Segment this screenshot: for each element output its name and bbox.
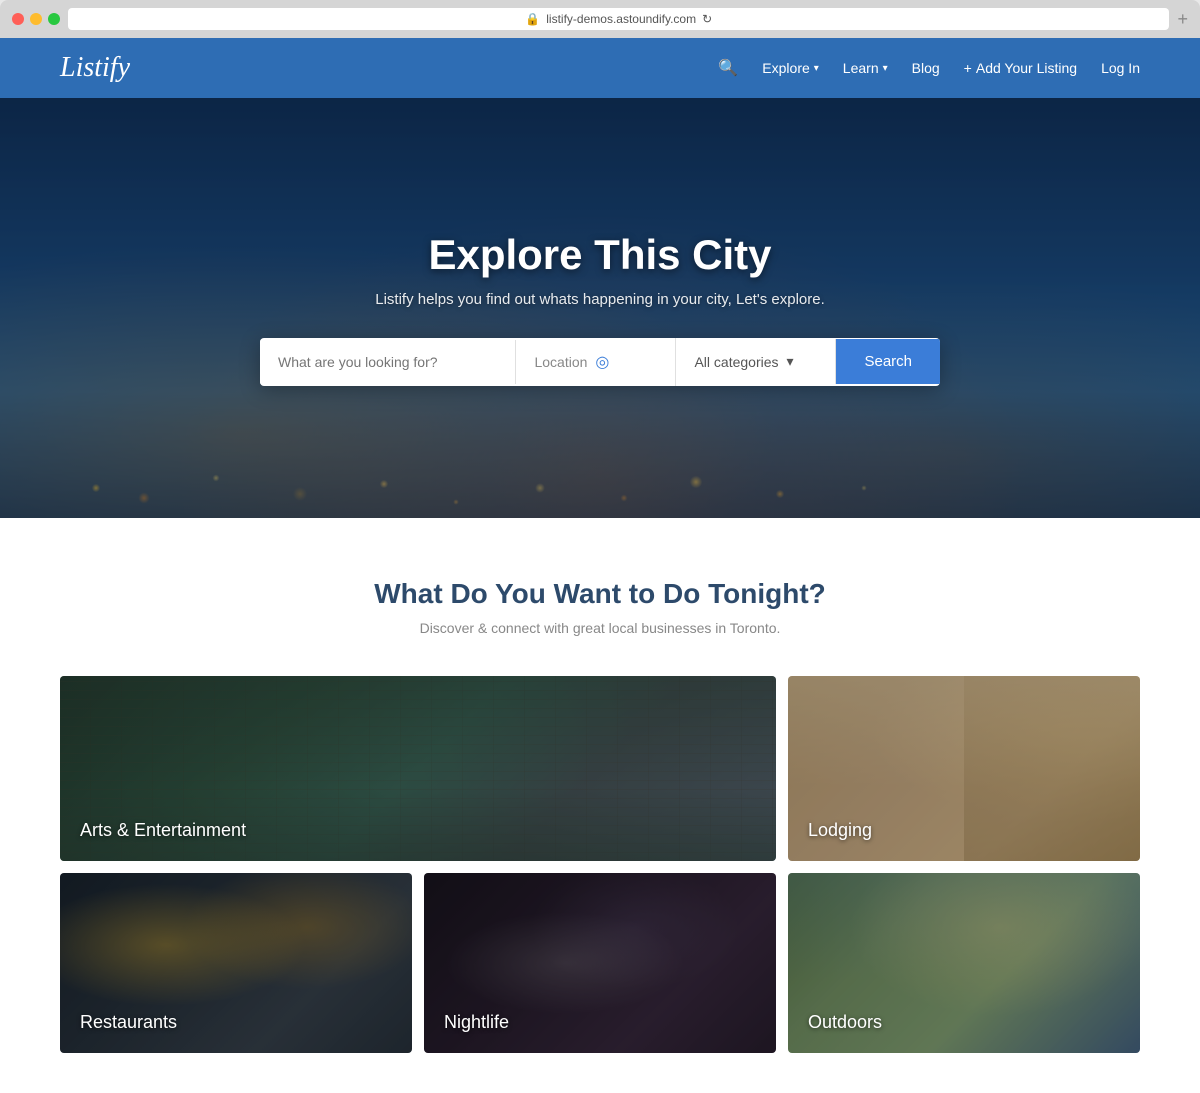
- category-card-outdoors[interactable]: Outdoors: [788, 873, 1140, 1053]
- close-button[interactable]: [12, 13, 24, 25]
- category-card-nightlife[interactable]: Nightlife: [424, 873, 776, 1053]
- categories-section: What Do You Want to Do Tonight? Discover…: [0, 518, 1200, 1093]
- search-input[interactable]: [260, 340, 516, 384]
- site-wrapper: Listify 🔍 Explore ▾ Learn ▾ Blog + Add Y…: [0, 38, 1200, 1093]
- learn-nav-item[interactable]: Learn ▾: [843, 60, 888, 76]
- learn-label: Learn: [843, 60, 879, 76]
- login-button[interactable]: Log In: [1101, 60, 1140, 76]
- location-icon: ◎: [595, 352, 609, 372]
- new-tab-button[interactable]: +: [1177, 9, 1188, 30]
- category-label-lodging: Lodging: [788, 800, 892, 861]
- search-icon[interactable]: 🔍: [718, 58, 738, 78]
- url-text: listify-demos.astoundify.com: [546, 12, 696, 26]
- browser-window: 🔒 listify-demos.astoundify.com ↻ +: [0, 0, 1200, 38]
- plus-icon: +: [964, 60, 972, 76]
- category-card-restaurants[interactable]: Restaurants: [60, 873, 412, 1053]
- search-bar: Location ◎ All categories ▾ Search: [260, 338, 940, 386]
- category-grid: Arts & Entertainment Lodging Restaurants…: [60, 676, 1140, 1053]
- section-subtitle: Discover & connect with great local busi…: [60, 620, 1140, 636]
- lock-icon: 🔒: [525, 12, 540, 26]
- hero-overlay: [0, 98, 1200, 518]
- minimize-button[interactable]: [30, 13, 42, 25]
- maximize-button[interactable]: [48, 13, 60, 25]
- site-logo[interactable]: Listify: [60, 52, 130, 84]
- learn-chevron-icon: ▾: [883, 63, 888, 74]
- main-nav: 🔍 Explore ▾ Learn ▾ Blog + Add Your List…: [718, 58, 1140, 78]
- location-field[interactable]: Location ◎: [516, 338, 676, 386]
- hero-content: Explore This City Listify helps you find…: [375, 231, 825, 308]
- section-title: What Do You Want to Do Tonight?: [60, 578, 1140, 610]
- hero-title: Explore This City: [375, 231, 825, 279]
- location-text: Location: [534, 354, 587, 370]
- explore-nav-item[interactable]: Explore ▾: [762, 60, 819, 76]
- category-label-restaurants: Restaurants: [60, 992, 197, 1053]
- address-bar[interactable]: 🔒 listify-demos.astoundify.com ↻: [68, 8, 1169, 30]
- category-card-lodging[interactable]: Lodging: [788, 676, 1140, 861]
- add-listing-button[interactable]: + Add Your Listing: [964, 60, 1077, 76]
- categories-dropdown[interactable]: All categories ▾: [676, 339, 836, 384]
- category-label-arts: Arts & Entertainment: [60, 800, 266, 861]
- blog-nav-item[interactable]: Blog: [912, 60, 940, 76]
- search-button[interactable]: Search: [836, 339, 940, 384]
- categories-chevron-icon: ▾: [787, 353, 794, 370]
- site-header: Listify 🔍 Explore ▾ Learn ▾ Blog + Add Y…: [0, 38, 1200, 98]
- explore-label: Explore: [762, 60, 809, 76]
- explore-chevron-icon: ▾: [814, 63, 819, 74]
- category-label-outdoors: Outdoors: [788, 992, 902, 1053]
- hero-subtitle: Listify helps you find out whats happeni…: [375, 291, 825, 308]
- category-card-arts[interactable]: Arts & Entertainment: [60, 676, 776, 861]
- reload-icon[interactable]: ↻: [702, 12, 712, 26]
- add-listing-label: Add Your Listing: [976, 60, 1077, 76]
- hero-section: Explore This City Listify helps you find…: [0, 98, 1200, 518]
- categories-label: All categories: [694, 354, 778, 370]
- category-label-nightlife: Nightlife: [424, 992, 529, 1053]
- browser-controls: [12, 13, 60, 25]
